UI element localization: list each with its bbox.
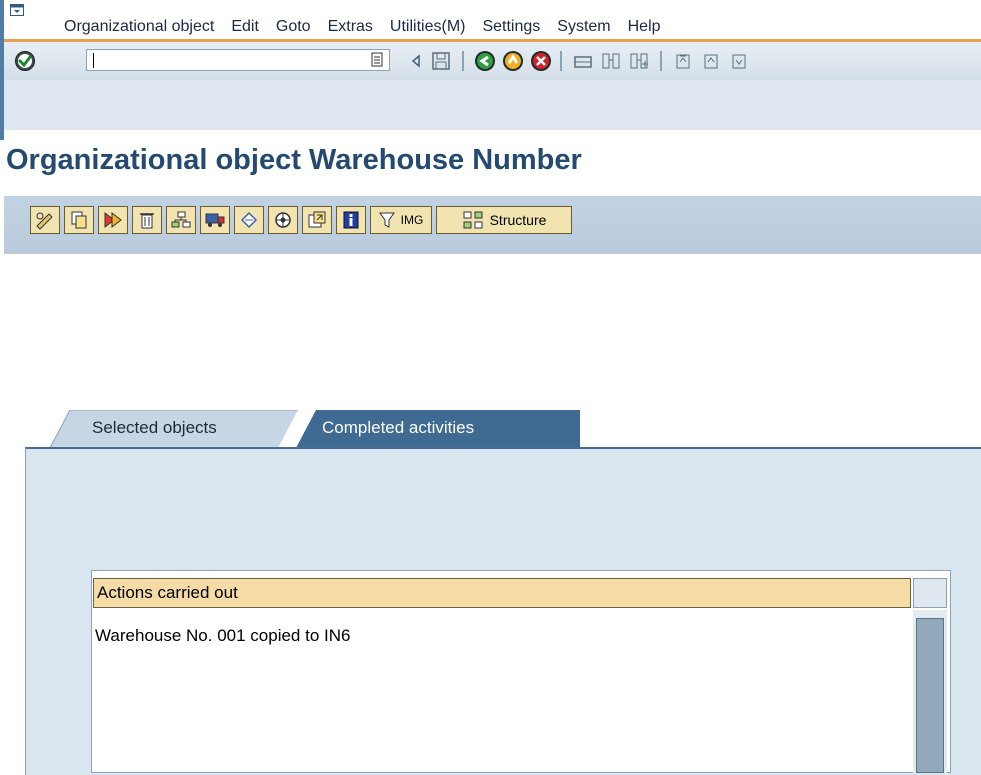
hierarchy-button[interactable]: [166, 206, 196, 234]
table-settings-corner[interactable]: [913, 578, 947, 608]
system-menu-icon[interactable]: [10, 4, 24, 16]
toolbar-spacer: [4, 80, 981, 130]
print-icon[interactable]: [572, 50, 594, 72]
back-arrow-icon[interactable]: [408, 50, 424, 72]
cancel-icon[interactable]: [530, 50, 552, 72]
delete-button[interactable]: [132, 206, 162, 234]
table-row[interactable]: Warehouse No. 001 copied to IN6: [95, 626, 350, 646]
menu-bar: Organizational object Edit Goto Extras U…: [58, 17, 672, 37]
copy-icon: [71, 211, 87, 229]
table-column-header[interactable]: Actions carried out: [93, 578, 911, 608]
img-button[interactable]: IMG: [370, 206, 432, 234]
menu-help[interactable]: Help: [622, 17, 672, 37]
first-page-icon[interactable]: [672, 50, 694, 72]
find-icon[interactable]: [600, 50, 622, 72]
info-button[interactable]: [336, 206, 366, 234]
menu-extras[interactable]: Extras: [322, 17, 384, 37]
next-page-icon[interactable]: [728, 50, 750, 72]
img-label: IMG: [400, 213, 424, 227]
execute-button[interactable]: [98, 206, 128, 234]
enter-icon[interactable]: [14, 50, 36, 72]
menu-goto[interactable]: Goto: [270, 17, 322, 37]
command-field[interactable]: [86, 49, 390, 71]
copy-button[interactable]: [64, 206, 94, 234]
transport-button[interactable]: [200, 206, 230, 234]
toolbar-separator: [462, 51, 464, 71]
trash-icon: [140, 213, 154, 229]
execute-icon: [104, 211, 122, 229]
page-title: Organizational object Warehouse Number: [6, 144, 582, 176]
menu-edit[interactable]: Edit: [225, 17, 270, 37]
expand-icon: [308, 211, 326, 228]
menu-settings[interactable]: Settings: [476, 17, 551, 37]
text-cursor: [93, 53, 94, 68]
structure-button[interactable]: Structure: [436, 206, 572, 234]
structure-icon: [463, 211, 483, 229]
dropdown-icon[interactable]: [370, 52, 384, 68]
settings-button[interactable]: [268, 206, 298, 234]
tab-completed-activities-label: Completed activities: [322, 418, 475, 437]
compare-button[interactable]: [234, 206, 264, 234]
truck-icon: [205, 213, 225, 227]
menu-system[interactable]: System: [551, 17, 621, 37]
save-icon[interactable]: [430, 50, 452, 72]
hierarchy-icon: [171, 211, 191, 228]
expand-button[interactable]: [302, 206, 332, 234]
exit-icon[interactable]: [502, 50, 524, 72]
compare-icon: [240, 211, 258, 229]
display-change-button[interactable]: [30, 206, 60, 234]
find-next-icon[interactable]: [628, 50, 650, 72]
menu-utilities[interactable]: Utilities(M): [384, 17, 477, 37]
toolbar-separator: [560, 51, 562, 71]
tab-selected-objects-label: Selected objects: [92, 418, 217, 437]
filter-icon: [378, 212, 395, 228]
pencil-glasses-icon: [36, 212, 53, 230]
info-icon: [343, 211, 359, 229]
back-icon[interactable]: [474, 50, 496, 72]
gear-icon: [275, 212, 291, 228]
menu-organizational-object[interactable]: Organizational object: [58, 17, 225, 37]
structure-label: Structure: [489, 212, 547, 228]
previous-page-icon[interactable]: [700, 50, 722, 72]
scrollbar-thumb[interactable]: [916, 618, 944, 773]
toolbar-separator: [660, 51, 662, 71]
